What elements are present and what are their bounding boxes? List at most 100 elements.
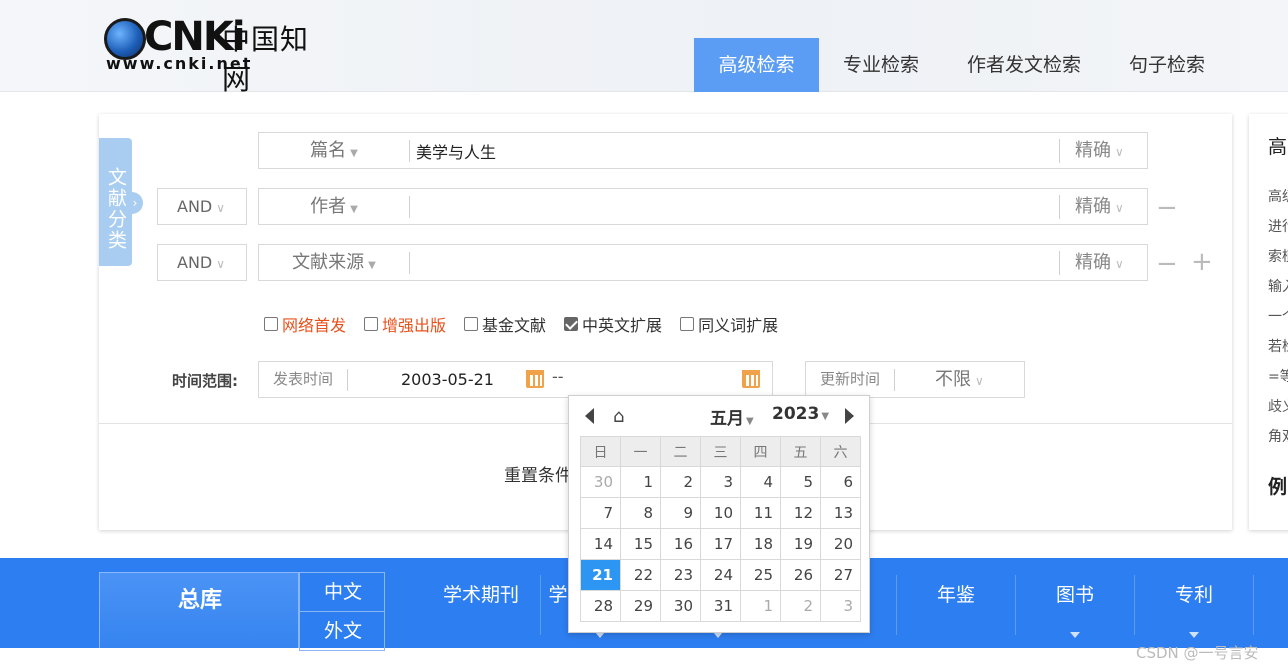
calendar-day[interactable]: 9 [660, 497, 701, 529]
tab-professional-search[interactable]: 专业检索 [819, 38, 943, 92]
match-select-author[interactable]: 精确 ∨ [1066, 189, 1146, 224]
calendar-day[interactable]: 2 [660, 466, 701, 498]
checkbox[interactable] [464, 317, 479, 331]
calendar-day[interactable]: 16 [660, 528, 701, 560]
option-synonym-expansion[interactable]: 同义词扩展 [680, 313, 778, 335]
match-select-source[interactable]: 精确 ∨ [1066, 245, 1146, 280]
tab-author-search[interactable]: 作者发文检索 [943, 38, 1105, 92]
calendar-day[interactable]: 12 [780, 497, 821, 529]
calendar-week: 14 15 16 17 18 19 20 [580, 528, 861, 560]
field-select-title[interactable]: 篇名 ▼ [259, 133, 409, 168]
checkbox-checked[interactable] [564, 317, 579, 331]
calendar-day[interactable]: 30 [660, 590, 701, 622]
calendar-icon[interactable] [526, 370, 544, 388]
author-input[interactable] [416, 189, 1056, 224]
option-cn-en-expansion[interactable]: 中英文扩展 [564, 313, 662, 335]
field-select-source[interactable]: 文献来源 ▼ [259, 245, 409, 280]
month-label: 五月 [710, 409, 744, 429]
match-select-title[interactable]: 精确 ∨ [1066, 133, 1146, 168]
help-line: 一个 [1268, 309, 1288, 325]
chevron-down-icon: ∨ [1115, 201, 1124, 215]
calendar-day[interactable]: 1 [620, 466, 661, 498]
remove-row-button[interactable]: − [1156, 195, 1178, 221]
calendar-day[interactable]: 22 [620, 559, 661, 591]
database-chinese[interactable]: 中文 [299, 572, 385, 612]
database-journals[interactable]: 学术期刊 [422, 578, 540, 634]
calendar-day[interactable]: 18 [740, 528, 781, 560]
remove-row-button[interactable]: − [1156, 251, 1178, 277]
checkbox[interactable] [264, 317, 278, 331]
caret-down-icon [1070, 632, 1080, 638]
tab-sentence-search[interactable]: 句子检索 [1105, 38, 1229, 92]
database-total[interactable]: 总库 [99, 572, 299, 648]
database-academic[interactable]: 学 [548, 578, 568, 634]
help-panel: 高 高级 进行 索植 输入 一个 若检 =等 歧义 角双 例 [1249, 114, 1288, 530]
prev-month-icon[interactable] [585, 408, 594, 424]
search-row-title: 篇名▼ 精确 ∨ [258, 132, 1148, 169]
calendar-day[interactable]: 27 [820, 559, 861, 591]
calendar-day-selected[interactable]: 21 [580, 559, 621, 591]
logic-select-author[interactable]: AND ∨ [157, 188, 247, 225]
title-input[interactable] [416, 133, 1056, 168]
checkbox[interactable] [364, 317, 379, 331]
calendar-day[interactable]: 7 [580, 497, 621, 529]
calendar-day[interactable]: 26 [780, 559, 821, 591]
field-select-author[interactable]: 作者 ▼ [259, 189, 409, 224]
calendar-day[interactable]: 11 [740, 497, 781, 529]
database-patents[interactable]: 专利 [1135, 578, 1253, 634]
calendar-day[interactable]: 8 [620, 497, 661, 529]
calendar-day[interactable]: 15 [620, 528, 661, 560]
divider [347, 369, 348, 391]
source-input[interactable] [416, 245, 1056, 280]
weekday-header: 五 [780, 436, 821, 467]
logic-select-source[interactable]: AND ∨ [157, 244, 247, 281]
chevron-down-icon: ∨ [975, 374, 984, 388]
calendar-day[interactable]: 2 [780, 590, 821, 622]
publish-time-label: 发表时间 [273, 370, 334, 388]
add-row-button[interactable]: + [1191, 249, 1213, 275]
year-select[interactable]: 2023 ▼ [772, 404, 829, 424]
tab-advanced-search[interactable]: 高级检索 [694, 38, 819, 92]
database-foreign[interactable]: 外文 [299, 611, 385, 651]
calendar-day[interactable]: 30 [580, 466, 621, 498]
field-select-label: 作者 [310, 196, 347, 217]
cnki-logo[interactable]: CNKi 中国知网 www.cnki.net [104, 14, 334, 96]
database-yearbooks[interactable]: 年鉴 [897, 578, 1015, 634]
calendar-day[interactable]: 3 [700, 466, 741, 498]
watermark: CSDN @一号言安 [1136, 644, 1259, 662]
home-icon[interactable]: ⌂ [613, 406, 624, 427]
calendar-day[interactable]: 24 [700, 559, 741, 591]
date-from-input[interactable]: 2003-05-21 [401, 362, 494, 397]
calendar-day[interactable]: 4 [740, 466, 781, 498]
calendar-day[interactable]: 29 [620, 590, 661, 622]
calendar-day[interactable]: 6 [820, 466, 861, 498]
option-fund-literature[interactable]: 基金文献 [464, 313, 546, 335]
option-online-first[interactable]: 网络首发 [264, 313, 346, 335]
weekday-header: 三 [700, 436, 741, 467]
database-books[interactable]: 图书 [1016, 578, 1134, 634]
calendar-day[interactable]: 17 [700, 528, 741, 560]
update-time-value[interactable]: 不限 ∨ [935, 362, 984, 399]
calendar-day[interactable]: 19 [780, 528, 821, 560]
calendar-day[interactable]: 5 [780, 466, 821, 498]
chevron-down-icon: ∨ [1115, 145, 1124, 159]
calendar-day[interactable]: 28 [580, 590, 621, 622]
option-label: 同义词扩展 [698, 316, 779, 335]
checkbox[interactable] [680, 317, 695, 331]
reset-button[interactable]: 重置条件 [504, 461, 572, 486]
calendar-day[interactable]: 13 [820, 497, 861, 529]
calendar-day[interactable]: 10 [700, 497, 741, 529]
calendar-icon[interactable] [742, 370, 760, 388]
calendar-day[interactable]: 25 [740, 559, 781, 591]
calendar-day[interactable]: 1 [740, 590, 781, 622]
calendar-day[interactable]: 31 [700, 590, 741, 622]
calendar-day[interactable]: 14 [580, 528, 621, 560]
date-range-field: 发表时间 2003-05-21 -- [258, 361, 773, 398]
next-month-icon[interactable] [845, 408, 854, 424]
month-select[interactable]: 五月 ▼ [710, 404, 754, 429]
calendar-day[interactable]: 23 [660, 559, 701, 591]
calendar-day[interactable]: 3 [820, 590, 861, 622]
option-enhanced-publishing[interactable]: 增强出版 [364, 313, 446, 335]
calendar-day[interactable]: 20 [820, 528, 861, 560]
update-time-select[interactable]: 更新时间 不限 ∨ [805, 361, 1025, 398]
